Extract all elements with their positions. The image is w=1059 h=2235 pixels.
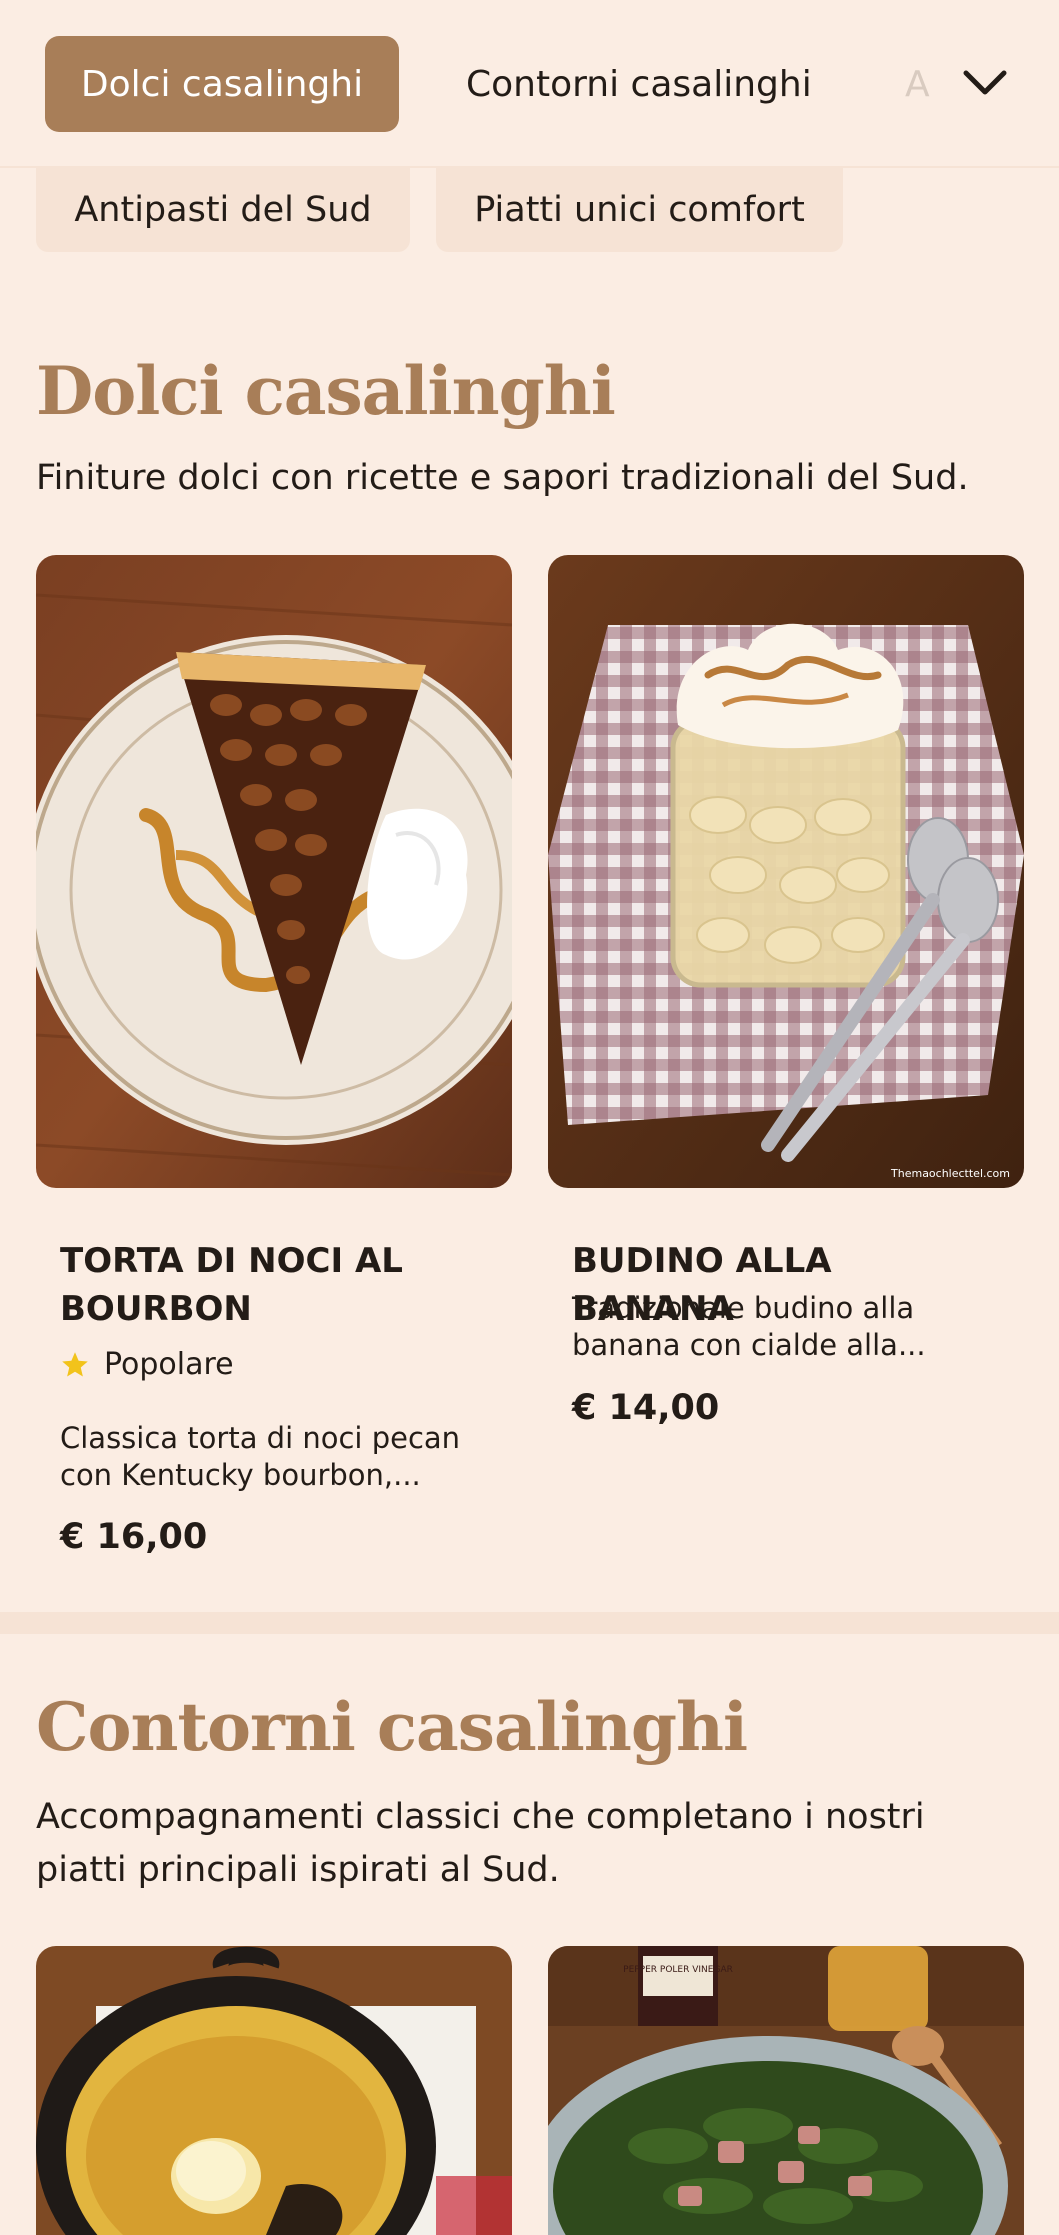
pecan-pie-price: € 16,00	[60, 1517, 208, 1557]
tab-partial[interactable]: A	[905, 36, 930, 132]
section-description-contorni: Accompagnamenti classici che completano …	[36, 1797, 925, 1890]
cornbread-image[interactable]	[36, 1946, 512, 2235]
category-nav: Dolci casalinghi Contorni casalinghi A	[0, 0, 1059, 168]
banana-pudding-image[interactable]: Themaochlecttel.com	[548, 555, 1024, 1188]
collard-greens-image[interactable]: PEPPER POLER VINEGAR	[548, 1946, 1024, 2235]
image-watermark: Themaochlecttel.com	[890, 1167, 1010, 1180]
tab-contorni-casalinghi[interactable]: Contorni casalinghi	[466, 36, 812, 132]
chevron-down-icon[interactable]	[960, 58, 1010, 108]
bottle-label: PEPPER POLER VINEGAR	[623, 1965, 733, 1975]
tab-dolci-casalinghi[interactable]: Dolci casalinghi	[45, 36, 399, 132]
section-title-dolci: Dolci casalinghi	[36, 352, 616, 430]
tab-piatti-unici-comfort[interactable]: Piatti unici comfort	[436, 168, 843, 252]
section-divider	[0, 1612, 1059, 1634]
star-icon	[62, 1351, 88, 1376]
tab-antipasti-del-sud[interactable]: Antipasti del Sud	[36, 168, 410, 252]
badge-label: Popolare	[104, 1347, 234, 1382]
section-description-dolci: Finiture dolci con ricette e sapori trad…	[36, 458, 969, 498]
banana-pudding-price: € 14,00	[572, 1388, 720, 1428]
section-title-contorni: Contorni casalinghi	[36, 1688, 748, 1766]
banana-pudding-description: Tradizionale budino alla banana con cial…	[572, 1291, 926, 1362]
popular-badge: Popolare	[60, 1347, 234, 1382]
pecan-pie-description: Classica torta di noci pecan con Kentuck…	[60, 1421, 461, 1492]
pecan-pie-image[interactable]	[36, 555, 512, 1188]
pecan-pie-title[interactable]: TORTA DI NOCI AL BOURBON	[60, 1237, 480, 1333]
